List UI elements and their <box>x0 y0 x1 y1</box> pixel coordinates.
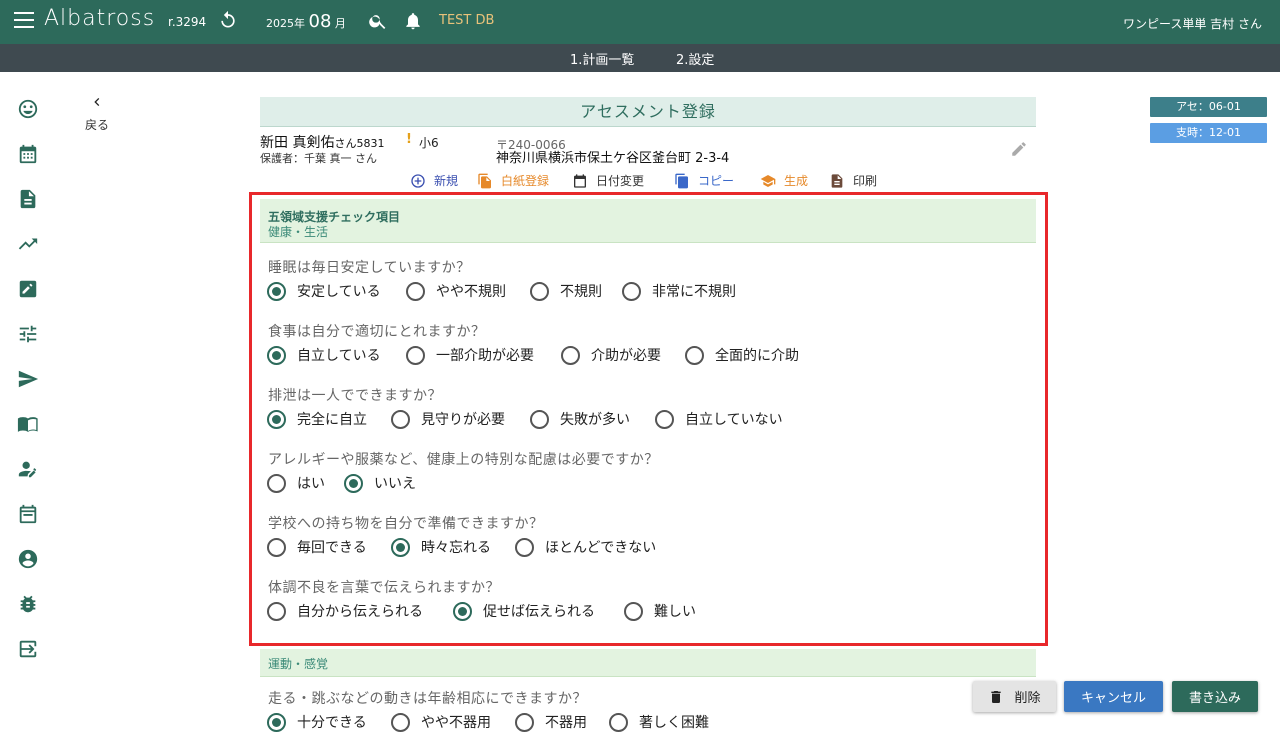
radio-option[interactable]: 不器用 <box>515 712 587 732</box>
radio-unchecked-icon <box>609 712 628 732</box>
option-label: 不器用 <box>545 715 587 731</box>
generate-button[interactable]: 生成 <box>760 172 808 189</box>
sidebar <box>0 72 58 720</box>
section-header: 運動・感覚 <box>260 649 1036 677</box>
trash-icon <box>991 690 1002 703</box>
calendar-icon[interactable] <box>17 143 39 165</box>
school-icon <box>760 174 776 187</box>
copy-label: コピー <box>698 174 735 188</box>
radio-option[interactable]: 十分できる <box>267 712 367 732</box>
generate-label: 生成 <box>784 174 809 188</box>
page-main: アセスメント登録 <box>260 97 1036 127</box>
grade-label: 小6 <box>419 136 439 150</box>
cancel-label: キャンセル <box>1080 691 1146 706</box>
book-icon[interactable] <box>17 413 39 435</box>
blank-register-label: 白紙登録 <box>501 174 550 188</box>
radio-unchecked-icon <box>515 712 534 732</box>
add-circle-icon <box>411 173 425 188</box>
person-info: 新田 真剣佑さん5831 ! 小6 保護者：千葉 真一 さん 〒240-0066… <box>260 131 1036 173</box>
smile-icon[interactable] <box>17 98 39 120</box>
revision-label: r.3294 <box>168 15 207 29</box>
db-label: TEST DB <box>439 13 495 28</box>
section-subtitle: 運動・感覚 <box>268 657 329 671</box>
option-label: 十分できる <box>297 715 367 731</box>
address: 神奈川県横浜市保土ケ谷区釜台町 2-3-4 <box>496 151 730 166</box>
radio-option[interactable]: やや不器用 <box>391 712 491 732</box>
copy-button[interactable]: コピー <box>674 172 734 189</box>
file-copy-icon <box>478 173 491 188</box>
warning-mark: ! <box>406 132 412 147</box>
month-value: 08 <box>308 11 332 32</box>
new-button[interactable]: 新規 <box>410 172 458 189</box>
person-name-text: 新田 真剣佑 <box>260 135 335 151</box>
chevron-left-icon <box>94 98 100 106</box>
edit-note-icon[interactable] <box>17 278 39 300</box>
login-icon[interactable] <box>17 638 39 660</box>
cancel-button[interactable]: キャンセル <box>1064 681 1163 712</box>
document-icon <box>831 173 843 188</box>
person-name: 新田 真剣佑さん5831 <box>260 132 384 152</box>
support-tag[interactable]: 支時：12-01 <box>1150 123 1267 143</box>
page-title: アセスメント登録 <box>260 97 1036 127</box>
radio-unchecked-icon <box>391 712 410 732</box>
menu-icon[interactable] <box>14 12 34 28</box>
question-text: 走る・跳ぶなどの動きは年齢相応にできますか？ <box>268 691 587 707</box>
app-logo: Albatross <box>44 6 156 31</box>
save-label: 書き込み <box>1188 691 1241 706</box>
blank-register-button[interactable]: 白紙登録 <box>477 172 549 189</box>
document-icon[interactable] <box>17 188 39 210</box>
tab-plan-list[interactable]: 1.計画一覧 <box>570 49 634 68</box>
month-suffix: 月 <box>334 17 346 30</box>
highlight-frame <box>249 192 1048 646</box>
radio-checked-icon <box>267 712 286 732</box>
app-header: Albatross r.3294 2025年 08 月 TEST DB ワンピー… <box>0 0 1280 44</box>
date-change-label: 日付変更 <box>596 174 645 188</box>
new-label: 新規 <box>434 174 459 188</box>
back-label: 戻る <box>84 118 109 132</box>
search-icon[interactable] <box>368 11 388 31</box>
delete-label: 削除 <box>1014 691 1041 706</box>
print-button[interactable]: 印刷 <box>829 172 877 189</box>
bug-icon[interactable] <box>17 593 39 615</box>
trending-up-icon[interactable] <box>17 233 39 255</box>
option-label: 著しく困難 <box>639 715 709 731</box>
assessment-tag[interactable]: アセ：06-01 <box>1150 97 1267 117</box>
option-label: やや不器用 <box>421 715 491 731</box>
bell-icon[interactable] <box>403 11 423 31</box>
copy-icon <box>675 173 688 188</box>
save-button[interactable]: 書き込み <box>1172 681 1258 712</box>
tab-settings[interactable]: 2.設定 <box>676 49 714 68</box>
month-selector[interactable]: 2025年 08 月 <box>266 11 346 32</box>
delete-button[interactable]: 削除 <box>973 681 1056 712</box>
person-edit-icon[interactable] <box>17 458 39 480</box>
year-label: 2025年 <box>266 17 305 30</box>
back-button[interactable]: 戻る <box>80 94 114 133</box>
event-icon[interactable] <box>17 503 39 525</box>
pencil-icon[interactable] <box>1010 140 1028 158</box>
radio-option[interactable]: 著しく困難 <box>609 712 709 732</box>
refresh-icon[interactable] <box>218 10 238 30</box>
sub-navigation: 1.計画一覧 2.設定 <box>0 44 1280 72</box>
guardian-label: 保護者：千葉 真一 さん <box>260 152 377 165</box>
send-icon[interactable] <box>17 368 39 390</box>
person-id: さん5831 <box>334 137 385 150</box>
account-circle-icon[interactable] <box>17 548 39 570</box>
print-label: 印刷 <box>853 174 878 188</box>
calendar-icon <box>574 173 586 188</box>
date-change-button[interactable]: 日付変更 <box>572 172 644 189</box>
tune-icon[interactable] <box>17 323 39 345</box>
user-name[interactable]: ワンピース単単 吉村 さん <box>1123 15 1262 32</box>
